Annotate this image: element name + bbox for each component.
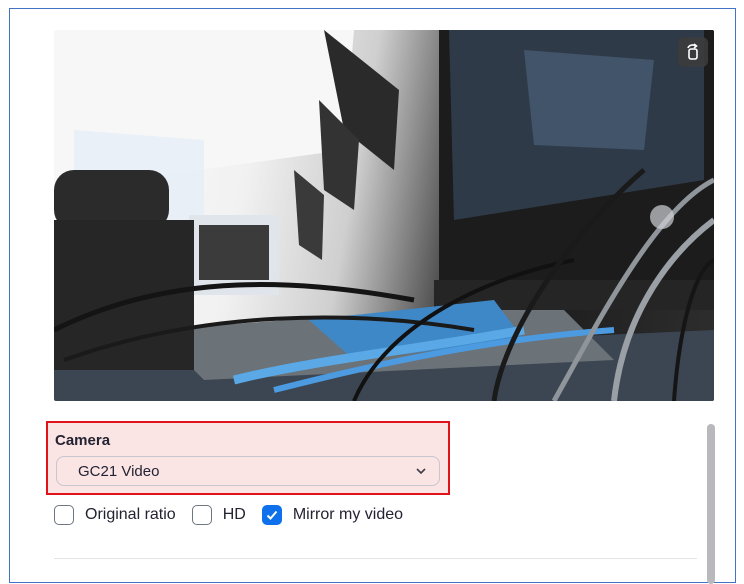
checkmark-icon <box>266 510 278 520</box>
hd-option[interactable]: HD <box>191 505 246 525</box>
camera-preview <box>54 30 714 401</box>
original-ratio-checkbox[interactable] <box>54 505 74 525</box>
chevron-down-icon <box>416 468 426 475</box>
camera-section: Camera GC21 Video <box>46 421 450 495</box>
section-divider <box>54 558 697 559</box>
video-options: Original ratio HD Mirror my video <box>54 503 419 527</box>
camera-select[interactable]: GC21 Video <box>56 456 440 486</box>
hd-label: HD <box>222 506 246 523</box>
rotate-camera-icon <box>687 43 698 60</box>
camera-label: Camera <box>55 432 111 449</box>
scrollbar-thumb[interactable] <box>707 424 715 584</box>
rotate-camera-button[interactable] <box>678 37 708 67</box>
camera-select-value: GC21 Video <box>78 463 160 480</box>
original-ratio-label: Original ratio <box>85 506 176 523</box>
mirror-video-label: Mirror my video <box>292 506 404 523</box>
original-ratio-option[interactable]: Original ratio <box>54 505 176 525</box>
hd-checkbox[interactable] <box>191 505 212 525</box>
mirror-video-option[interactable]: Mirror my video <box>261 505 404 525</box>
video-settings-panel: Camera GC21 Video Original ratio HD Mirr… <box>9 8 736 584</box>
mirror-video-checkbox[interactable] <box>261 505 282 525</box>
camera-preview-image <box>54 30 714 401</box>
